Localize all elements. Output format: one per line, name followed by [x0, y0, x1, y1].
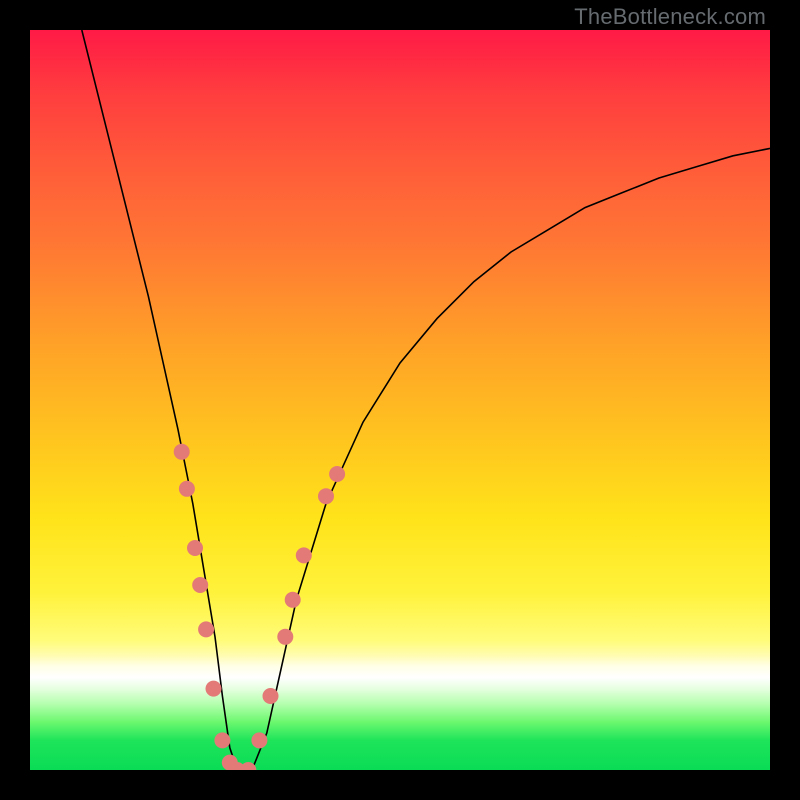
watermark-text: TheBottleneck.com: [574, 4, 766, 30]
marker-dot: [277, 629, 293, 645]
marker-dot: [174, 444, 190, 460]
outer-frame: TheBottleneck.com: [0, 0, 800, 800]
marker-dot: [285, 592, 301, 608]
marker-dot: [251, 732, 267, 748]
marker-dot: [296, 547, 312, 563]
marker-group: [174, 444, 345, 770]
marker-dot: [206, 681, 222, 697]
marker-dot: [179, 481, 195, 497]
marker-dot: [214, 732, 230, 748]
marker-dot: [192, 577, 208, 593]
marker-dot: [187, 540, 203, 556]
chart-svg: [30, 30, 770, 770]
marker-dot: [198, 621, 214, 637]
plot-area: [30, 30, 770, 770]
bottleneck-curve: [82, 30, 770, 770]
marker-dot: [263, 688, 279, 704]
marker-dot: [329, 466, 345, 482]
marker-dot: [318, 488, 334, 504]
